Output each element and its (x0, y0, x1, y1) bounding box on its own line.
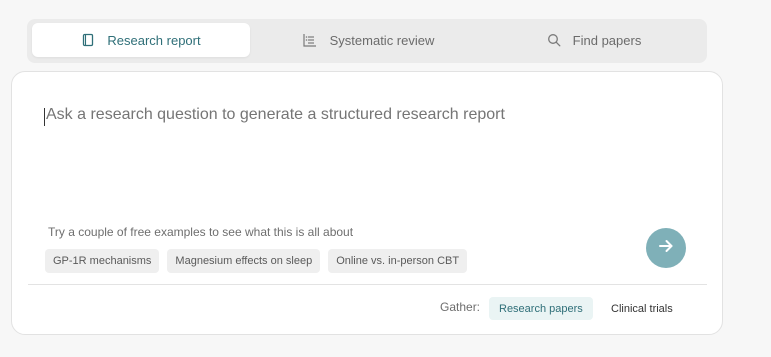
tab-find-papers[interactable]: Find papers (486, 23, 702, 57)
tab-label: Systematic review (329, 32, 435, 48)
tab-label: Find papers (572, 32, 642, 48)
gather-option-clinical-trials[interactable]: Clinical trials (601, 297, 683, 320)
mode-tabs: Research report Systematic review Find p… (27, 19, 707, 63)
arrow-right-icon (656, 236, 676, 261)
gather-option-research-papers[interactable]: Research papers (489, 297, 593, 320)
tab-systematic-review[interactable]: Systematic review (255, 23, 481, 57)
examples-hint: Try a couple of free examples to see wha… (48, 225, 354, 239)
book-icon (81, 33, 95, 47)
chart-list-icon (302, 32, 318, 48)
submit-button[interactable] (646, 228, 686, 268)
tab-research-report[interactable]: Research report (32, 23, 250, 57)
question-input[interactable] (44, 106, 684, 124)
tab-label: Research report (107, 32, 201, 48)
example-chip[interactable]: Online vs. in-person CBT (328, 249, 468, 273)
question-panel: Try a couple of free examples to see wha… (11, 71, 723, 335)
search-icon (547, 33, 561, 47)
divider (28, 284, 707, 285)
example-chips: GP-1R mechanisms Magnesium effects on sl… (45, 249, 468, 273)
example-chip[interactable]: GP-1R mechanisms (45, 249, 160, 273)
gather-label: Gather: (440, 300, 481, 314)
example-chip[interactable]: Magnesium effects on sleep (167, 249, 321, 273)
